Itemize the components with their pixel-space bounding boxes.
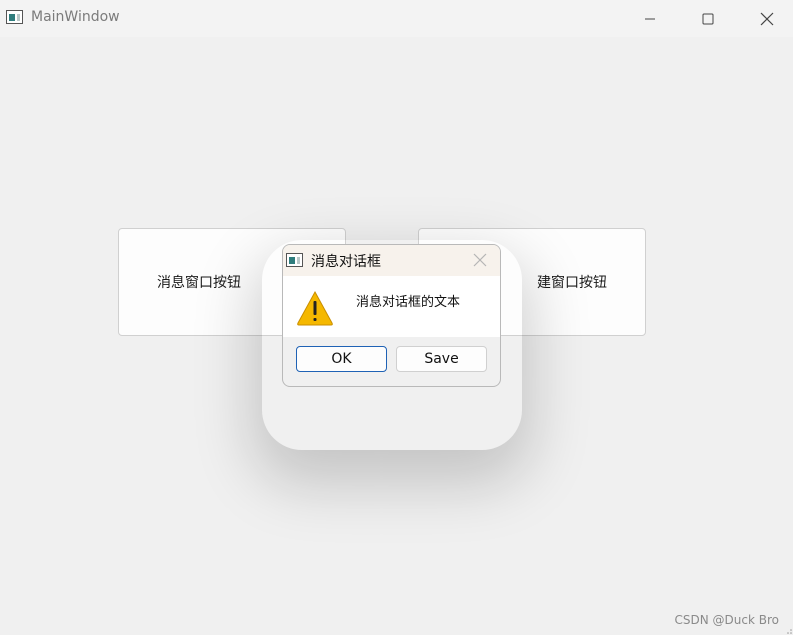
dialog-close-button[interactable] bbox=[471, 251, 489, 269]
message-dialog: 消息对话框 消息对话框的文本 OK Save bbox=[282, 244, 501, 387]
ok-button[interactable]: OK bbox=[296, 346, 387, 372]
dialog-body: 消息对话框的文本 bbox=[283, 276, 500, 337]
save-button[interactable]: Save bbox=[396, 346, 487, 372]
close-icon bbox=[473, 253, 487, 267]
dialog-titlebar[interactable]: 消息对话框 bbox=[283, 245, 500, 276]
dialog-message: 消息对话框的文本 bbox=[356, 295, 461, 310]
maximize-icon bbox=[702, 13, 714, 24]
watermark: CSDN @Duck Bro bbox=[674, 613, 779, 627]
app-icon bbox=[6, 10, 23, 24]
window-titlebar[interactable]: MainWindow bbox=[0, 0, 793, 37]
message-window-button-label: 消息窗口按钮 bbox=[157, 275, 241, 291]
maximize-button[interactable] bbox=[685, 0, 731, 37]
dialog-title: 消息对话框 bbox=[311, 254, 381, 270]
close-button[interactable] bbox=[744, 0, 790, 37]
window-title: MainWindow bbox=[31, 9, 120, 25]
resize-grip-icon[interactable] bbox=[785, 627, 793, 635]
dialog-app-icon bbox=[286, 253, 303, 267]
create-window-button-label: 建窗口按钮 bbox=[537, 275, 607, 291]
minimize-icon bbox=[645, 18, 655, 19]
close-icon bbox=[760, 12, 774, 25]
warning-icon bbox=[297, 290, 333, 326]
minimize-button[interactable] bbox=[627, 0, 673, 37]
